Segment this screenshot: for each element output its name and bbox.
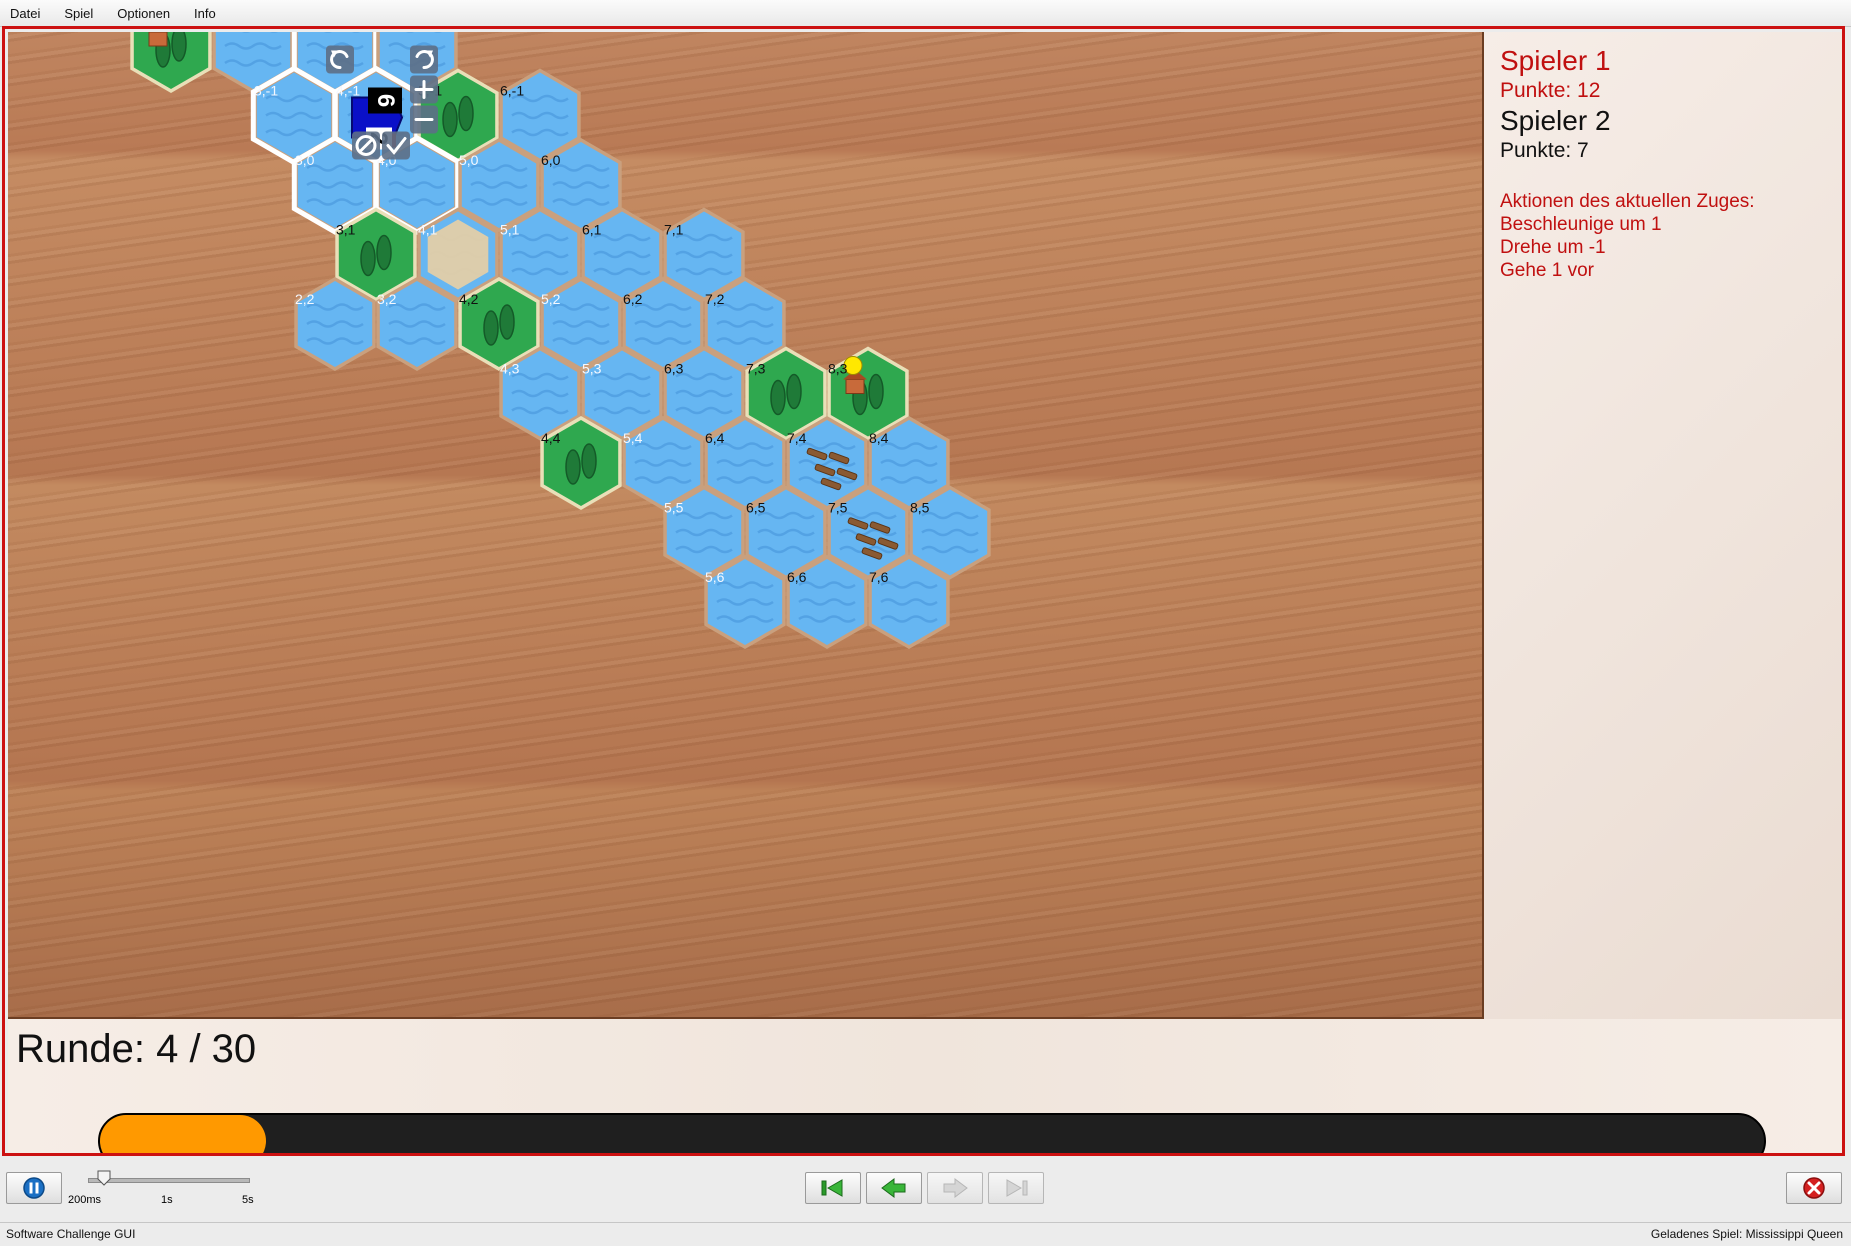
player-1-points: Punkte: 12 [1500,79,1601,102]
tile-coordinate-label: 6,1 [582,222,602,238]
tile-coordinate-label: 6,6 [787,569,807,585]
decelerate-icon[interactable] [410,105,438,134]
tile-coordinate-label: 5,5 [664,500,684,516]
tile-coordinate-label: 5,1 [500,222,520,238]
hex-board: 2,-23,-24,-25,-23,-14,-15,-16,-13,04,05,… [130,32,991,649]
speed-slider-thumb[interactable] [97,1170,111,1186]
player-2-name: Spieler 2 [1500,105,1611,136]
playback-controls: 200ms 1s 5s [0,1160,1851,1224]
turn-action-item: Beschleunige um 1 [1500,214,1662,235]
turn-actions: Aktionen des aktuellen Zuges: Beschleuni… [1500,190,1755,282]
status-bar: Software Challenge GUI Geladenes Spiel: … [0,1222,1851,1246]
round-panel: Runde: 4 / 30 [8,1019,1842,1153]
last-turn-button[interactable] [988,1172,1044,1204]
speed-label-mid: 1s [161,1194,173,1206]
status-loaded-game: Geladenes Spiel: Mississippi Queen [1650,1227,1843,1241]
speed-label-max: 5s [242,1194,254,1206]
menu-info[interactable]: Info [184,6,230,21]
tile-coordinate-label: 7,2 [705,291,725,307]
tile-coordinate-label: 6,0 [541,152,561,168]
tile-coordinate-label: 8,3 [828,361,848,377]
tile-coordinate-label: 5,6 [705,569,725,585]
player-1-name: Spieler 1 [1500,45,1611,76]
tile-coordinate-label: 7,5 [828,500,848,516]
pause-icon [23,1177,45,1199]
tile-coordinate-label: 3,1 [336,222,356,238]
tile-coordinate-label: 6,4 [705,430,725,446]
next-turn-button[interactable] [927,1172,983,1204]
turn-action-item: Gehe 1 vor [1500,260,1594,281]
tile-coordinate-label: 4,2 [459,291,479,307]
accelerate-icon[interactable] [410,75,438,104]
tile-coordinate-label: 6,-1 [500,83,524,99]
round-progress-fill [100,1115,267,1153]
pause-button[interactable] [6,1172,62,1204]
tile-coordinate-label: 7,6 [869,569,889,585]
turn-actions-title: Aktionen des aktuellen Zuges: [1500,191,1755,212]
status-app-name: Software Challenge GUI [6,1227,136,1241]
game-frame: 2,-23,-24,-25,-23,-14,-15,-16,-13,04,05,… [2,26,1845,1156]
turn-action-item: Drehe um -1 [1500,237,1606,258]
last-turn-icon [1006,1179,1028,1197]
speed-slider[interactable]: 200ms 1s 5s [68,1166,258,1216]
tile-coordinate-label: 5,0 [459,152,479,168]
tile-coordinate-label: 5,3 [582,361,602,377]
speed-label-min: 200ms [68,1194,102,1206]
next-turn-icon [943,1178,968,1198]
tile-coordinate-label: 4,3 [500,361,520,377]
tile-coordinate-label: 8,5 [910,500,930,516]
tile-coordinate-label: 6,2 [623,291,643,307]
player-2-points: Punkte: 7 [1500,139,1589,162]
menu-datei[interactable]: Datei [0,6,54,21]
rotate-left-icon[interactable] [326,45,354,74]
confirm-move-icon[interactable] [382,131,410,160]
game-board: 2,-23,-24,-25,-23,-14,-15,-16,-13,04,05,… [8,32,1484,1019]
tile-coordinate-label: 6,5 [746,500,766,516]
cancel-move-icon[interactable] [352,131,380,160]
tile-coordinate-label: 4,1 [418,222,438,238]
tile-coordinate-label: 5,4 [623,430,643,446]
previous-turn-icon [881,1178,906,1198]
first-turn-button[interactable] [805,1172,861,1204]
first-turn-icon [821,1179,843,1197]
rotate-right-icon[interactable] [410,45,438,74]
tile-coordinate-label: 7,3 [746,361,766,377]
tile-coordinate-label: 5,2 [541,291,561,307]
menu-bar: Datei Spiel Optionen Info [0,0,1851,27]
tile-coordinate-label: 8,4 [869,430,889,446]
tile-coordinate-label: 6,3 [664,361,684,377]
menu-optionen[interactable]: Optionen [107,6,184,21]
tile-coordinate-label: 4,-1 [336,83,360,99]
island-tile[interactable]: 2,-2 [130,32,212,93]
tile-coordinate-label: 2,2 [295,291,315,307]
close-icon [1803,1177,1825,1199]
menu-spiel[interactable]: Spiel [54,6,107,21]
tile-coordinate-label: 7,4 [787,430,807,446]
tile-coordinate-label: 3,0 [295,152,315,168]
previous-turn-button[interactable] [866,1172,922,1204]
tile-coordinate-label: 4,4 [541,430,561,446]
close-game-button[interactable] [1786,1172,1842,1204]
score-sidebar: Spieler 1 Punkte: 12 Spieler 2 Punkte: 7… [1484,32,1842,1019]
round-progress-bar [98,1113,1766,1153]
ship-coal-label: 6 [372,94,399,107]
round-label: Runde: 4 / 30 [16,1027,257,1071]
speed-slider-track [88,1178,250,1183]
tile-coordinate-label: 7,1 [664,222,684,238]
tile-coordinate-label: 3,2 [377,291,397,307]
tile-coordinate-label: 3,-1 [254,83,278,99]
